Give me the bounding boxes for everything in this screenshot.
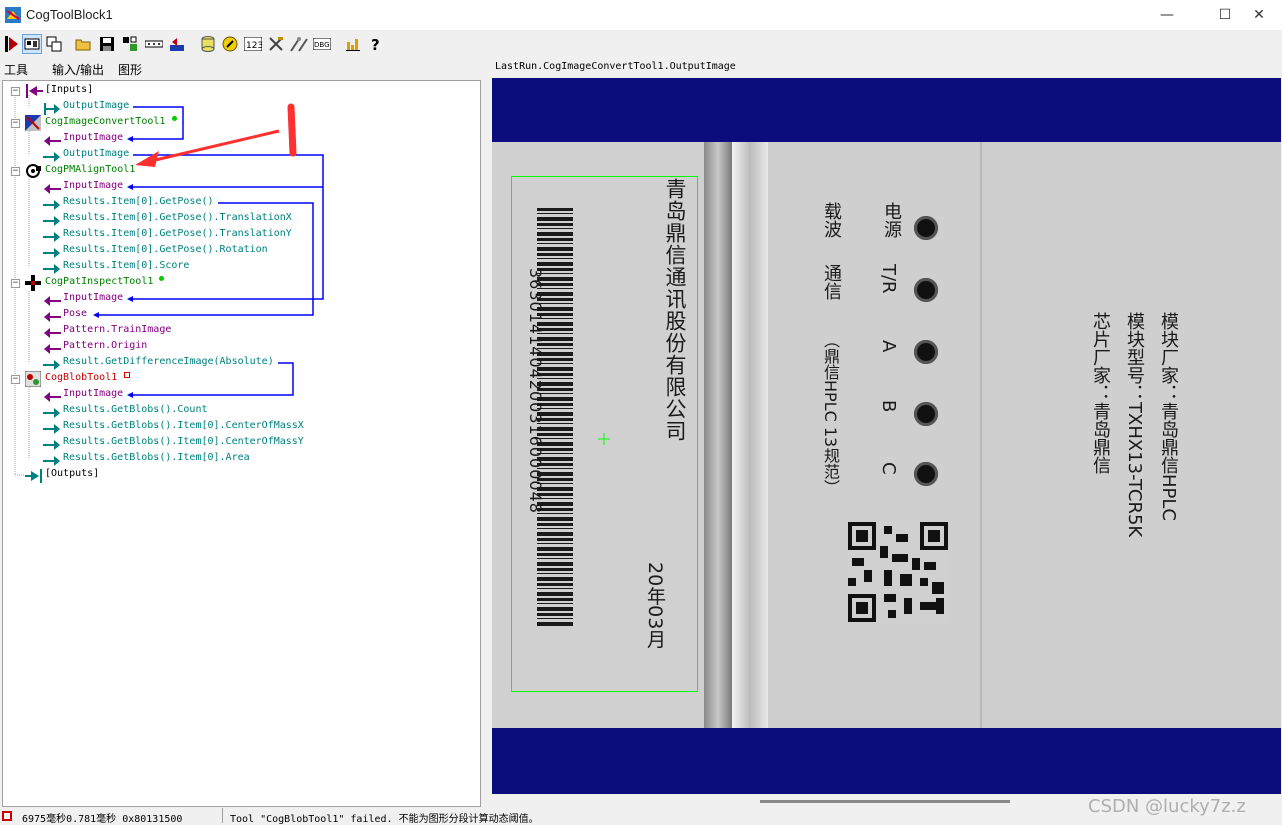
convert-input-image[interactable]: InputImage: [63, 130, 123, 146]
expander-pmalign[interactable]: −: [11, 167, 20, 176]
convert-tool-icon: [25, 115, 41, 135]
b-label: B: [878, 400, 899, 413]
led-a: [914, 340, 938, 364]
help-icon[interactable]: ?: [366, 34, 386, 54]
app-icon: [5, 7, 21, 23]
outputs-node[interactable]: [Outputs]: [45, 466, 99, 482]
pmalign-input-image[interactable]: InputImage: [63, 178, 123, 194]
viewer-label: LastRun.CogImageConvertTool1.OutputImage: [495, 61, 736, 72]
minimize-button[interactable]: —: [1144, 0, 1190, 30]
ridge-strip: [732, 142, 768, 728]
module-model: 模块型号：TXHX13-TCR5K: [1124, 312, 1145, 538]
inputs-output-image[interactable]: OutputImage: [63, 98, 129, 114]
svg-text:123: 123: [246, 41, 262, 51]
expander-blob[interactable]: −: [11, 375, 20, 384]
window-title: CogToolBlock1: [26, 7, 113, 22]
tab-io[interactable]: 输入/输出: [48, 59, 112, 78]
led-power: [914, 216, 938, 240]
svg-text:?: ?: [371, 36, 380, 52]
pm-translation-y-output[interactable]: Results.Item[0].GetPose().TranslationY: [63, 226, 292, 242]
patinspect-tool-icon: [25, 275, 41, 295]
led-tr: [914, 278, 938, 302]
debug-icon[interactable]: DBG: [312, 34, 332, 54]
annotation-arrow: [135, 103, 297, 167]
patinspect-pose-input[interactable]: Pose: [63, 306, 87, 322]
qr-code: [848, 522, 948, 622]
open-icon[interactable]: [74, 34, 94, 54]
tools-icon[interactable]: [266, 34, 286, 54]
patinspect-tool-node[interactable]: CogPatInspectTool1: [45, 274, 153, 290]
led-c: [914, 462, 938, 486]
module-maker: 模块厂家：青岛鼎信HPLC: [1158, 312, 1179, 521]
tool-icon[interactable]: [120, 34, 140, 54]
blob-center-x-output[interactable]: Results.GetBlobs().Item[0].CenterOfMassX: [63, 418, 304, 434]
status-ok-icon: [159, 276, 164, 281]
led-b: [914, 402, 938, 426]
pmalign-tool-icon: [25, 163, 41, 183]
status-divider: [222, 808, 223, 823]
a-label: A: [878, 340, 899, 353]
comm-label: 通信: [821, 264, 842, 300]
pm-pose-output[interactable]: Results.Item[0].GetPose(): [63, 194, 214, 210]
blob-tool-node[interactable]: CogBlobTool1: [45, 370, 117, 386]
convert-output-image[interactable]: OutputImage: [63, 146, 129, 162]
horizontal-scrollbar[interactable]: [760, 800, 1010, 803]
svg-text:DBG: DBG: [314, 41, 330, 49]
watermark: CSDN @lucky7z.z: [1088, 796, 1246, 817]
wizard-icon[interactable]: [220, 34, 240, 54]
error-icon: [2, 811, 12, 821]
blob-area-output[interactable]: Results.GetBlobs().Item[0].Area: [63, 450, 250, 466]
close-button[interactable]: ✕: [1236, 0, 1282, 30]
image-viewer[interactable]: 3630141404200316000048 青岛鼎信通讯股份有限公司 20年0…: [492, 78, 1281, 794]
outputs-icon: [25, 468, 43, 487]
blob-center-y-output[interactable]: Results.GetBlobs().Item[0].CenterOfMassY: [63, 434, 304, 450]
pm-score-output[interactable]: Results.Item[0].Score: [63, 258, 189, 274]
origin-marker-icon: [598, 430, 610, 445]
patinspect-train-image[interactable]: Pattern.TrainImage: [63, 322, 171, 338]
counter-icon[interactable]: 123: [243, 34, 263, 54]
tool-tree: − [Inputs] OutputImage − CogImageConvert…: [2, 80, 481, 807]
save-icon[interactable]: [97, 34, 117, 54]
patinspect-origin[interactable]: Pattern.Origin: [63, 338, 147, 354]
toolbar: 123 DBG ?: [0, 30, 1282, 58]
captured-image: 3630141404200316000048 青岛鼎信通讯股份有限公司 20年0…: [492, 142, 1281, 728]
inputs-node[interactable]: [Inputs]: [45, 82, 93, 98]
dots-icon[interactable]: [144, 34, 164, 54]
expander-patinspect[interactable]: −: [11, 279, 20, 288]
pm-translation-x-output[interactable]: Results.Item[0].GetPose().TranslationX: [63, 210, 292, 226]
title-bar: CogToolBlock1 — ☐ ✕: [0, 0, 1282, 30]
tab-graphics[interactable]: 图形: [114, 59, 154, 78]
tool2-icon[interactable]: [289, 34, 309, 54]
expander-inputs[interactable]: −: [11, 87, 20, 96]
chip-maker: 芯片厂家：青岛鼎信: [1090, 312, 1111, 474]
module-face: [768, 142, 1281, 728]
blob-input-image[interactable]: InputImage: [63, 386, 123, 402]
tr-label: T/R: [878, 264, 899, 294]
status-bar: 6975毫秒0.781毫秒 0x80131500 Tool "CogBlobTo…: [0, 796, 1282, 825]
inputs-icon: [25, 83, 43, 102]
expander-convert[interactable]: −: [11, 119, 20, 128]
copy-icon[interactable]: [44, 34, 64, 54]
standard-label: （鼎信HPLC 13规范）: [821, 332, 840, 496]
blob-tool-icon: [24, 370, 42, 391]
display-icon[interactable]: [22, 34, 42, 54]
patinspect-difference-image[interactable]: Result.GetDifferenceImage(Absolute): [63, 354, 274, 370]
power-label: 电源: [881, 202, 902, 238]
status-error-icon: [124, 372, 130, 378]
carrier-label: 载波: [821, 202, 842, 238]
blob-count-output[interactable]: Results.GetBlobs().Count: [63, 402, 208, 418]
run-icon[interactable]: [2, 34, 22, 54]
tab-tools[interactable]: 工具: [0, 59, 46, 78]
patinspect-input-image[interactable]: InputImage: [63, 290, 123, 306]
gap-strip: [704, 142, 732, 728]
pmalign-tool-node[interactable]: CogPMAlignTool1: [45, 162, 135, 178]
c-label: C: [878, 462, 899, 475]
module-seam: [980, 142, 982, 728]
database-icon[interactable]: [198, 34, 218, 54]
reset-icon[interactable]: [167, 34, 187, 54]
chart-icon[interactable]: [343, 34, 363, 54]
pm-rotation-output[interactable]: Results.Item[0].GetPose().Rotation: [63, 242, 268, 258]
